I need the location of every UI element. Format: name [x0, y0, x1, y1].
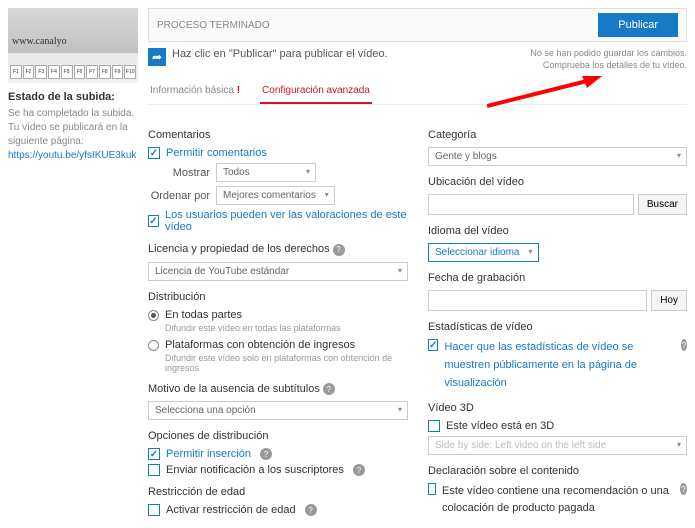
dist-everywhere-label: En todas partes: [165, 309, 242, 321]
subs-title: Motivo de la ausencia de subtítulos?: [148, 383, 408, 396]
license-title: Licencia y propiedad de los derechos?: [148, 243, 408, 256]
help-icon[interactable]: ?: [681, 339, 687, 351]
thumb-url: www.canalyo: [12, 36, 67, 47]
dist-everywhere-sub: Difundir este vídeo en todas las platafo…: [165, 323, 408, 333]
stats-checkbox[interactable]: [428, 339, 438, 351]
language-title: Idioma del vídeo: [428, 225, 687, 237]
recdate-input[interactable]: [428, 290, 647, 311]
process-status: PROCESO TERMINADO: [157, 20, 598, 31]
category-select[interactable]: Gente y blogs: [428, 147, 687, 166]
help-icon[interactable]: ?: [333, 244, 345, 256]
upload-status-done: Se ha completado la subida.: [8, 107, 138, 121]
category-title: Categoría: [428, 129, 687, 141]
distribution-title: Distribución: [148, 291, 408, 303]
subs-select[interactable]: Selecciona una opción: [148, 401, 408, 420]
allow-comments-label: Permitir comentarios: [166, 147, 267, 159]
order-select[interactable]: Mejores comentarios: [216, 186, 335, 205]
location-title: Ubicación del vídeo: [428, 176, 687, 188]
stats-label: Hacer que las estadísticas de vídeo se m…: [444, 339, 672, 392]
help-icon[interactable]: ?: [680, 483, 687, 495]
help-icon[interactable]: ?: [305, 504, 317, 516]
publish-button[interactable]: Publicar: [598, 13, 678, 37]
location-input[interactable]: [428, 194, 634, 215]
dist-monetized-sub: Difundir este vídeo solo en plataformas …: [165, 353, 408, 373]
video3d-label: Este vídeo está en 3D: [446, 420, 554, 432]
dist-monetized-radio[interactable]: [148, 340, 159, 351]
video-thumbnail: www.canalyo F1F2F3F4F5F6F7F8F9F10: [8, 8, 138, 83]
notify-label: Enviar notificación a los suscriptores: [166, 464, 344, 476]
video3d-select[interactable]: Side by side: Left video on the left sid…: [428, 436, 687, 455]
ratings-checkbox[interactable]: [148, 215, 159, 227]
declaration-title: Declaración sobre el contenido: [428, 465, 687, 477]
show-label: Mostrar: [148, 167, 210, 179]
help-icon[interactable]: ?: [323, 383, 335, 395]
today-button[interactable]: Hoy: [651, 290, 687, 311]
save-warning: No se han podido guardar los cambios.Com…: [530, 48, 687, 71]
comments-title: Comentarios: [148, 129, 408, 141]
ratings-label: Los usuarios pueden ver las valoraciones…: [165, 209, 408, 233]
dist-monetized-label: Plataformas con obtención de ingresos: [165, 339, 355, 351]
show-select[interactable]: Todos: [216, 163, 316, 182]
upload-status-title: Estado de la subida:: [8, 91, 138, 103]
age-title: Restricción de edad: [148, 486, 408, 498]
publish-hint: Haz clic en "Publicar" para publicar el …: [172, 48, 524, 60]
video3d-checkbox[interactable]: [428, 420, 440, 432]
header-bar: PROCESO TERMINADO Publicar: [148, 8, 687, 42]
share-icon: ➦: [148, 48, 166, 66]
embed-label: Permitir inserción: [166, 448, 251, 460]
tab-basic-info[interactable]: Información básica: [148, 79, 242, 104]
age-label: Activar restricción de edad: [166, 504, 296, 516]
allow-comments-checkbox[interactable]: [148, 147, 160, 159]
declaration-checkbox[interactable]: [428, 483, 436, 495]
order-label: Ordenar por: [148, 190, 210, 202]
video3d-title: Vídeo 3D: [428, 402, 687, 414]
language-select[interactable]: Seleccionar idioma: [428, 243, 539, 262]
notify-checkbox[interactable]: [148, 464, 160, 476]
declaration-label: Este vídeo contiene una recomendación o …: [442, 483, 671, 516]
recdate-title: Fecha de grabación: [428, 272, 687, 284]
help-icon[interactable]: ?: [260, 448, 272, 460]
upload-status-publish: Tu vídeo se publicará en la siguiente pá…: [8, 121, 138, 163]
distopt-title: Opciones de distribución: [148, 430, 408, 442]
tab-advanced-config[interactable]: Configuración avanzada: [260, 79, 372, 104]
license-select[interactable]: Licencia de YouTube estándar: [148, 262, 408, 281]
video-link[interactable]: https://youtu.be/yfsIKUE3kuk: [8, 150, 136, 161]
age-checkbox[interactable]: [148, 504, 160, 516]
embed-checkbox[interactable]: [148, 448, 160, 460]
dist-everywhere-radio[interactable]: [148, 310, 159, 321]
help-icon[interactable]: ?: [353, 464, 365, 476]
location-search-button[interactable]: Buscar: [638, 194, 687, 215]
stats-title: Estadísticas de vídeo: [428, 321, 687, 333]
